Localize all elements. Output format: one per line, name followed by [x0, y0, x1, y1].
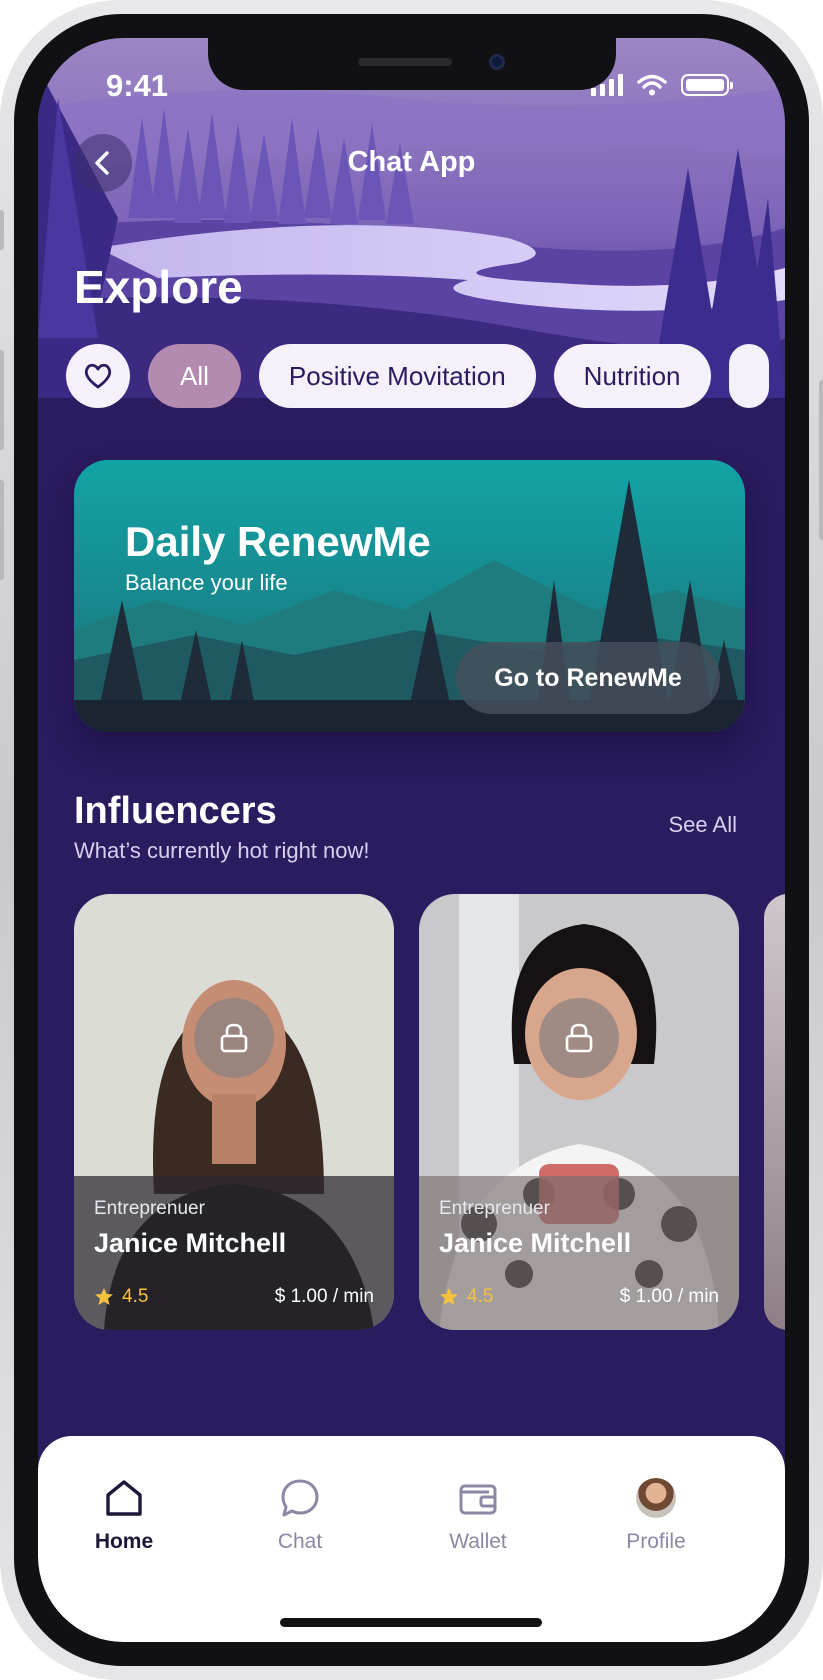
avatar [636, 1478, 676, 1518]
filter-chip-nutrition[interactable]: Nutrition [553, 344, 711, 408]
battery-icon [681, 74, 733, 96]
power-button [819, 380, 823, 540]
influencer-role: Entreprenuer [94, 1198, 205, 1219]
influencer-card-info: Entreprenuer Janice Mitchell 4.5 $ 1.00 … [74, 1176, 394, 1330]
volume-up-button [0, 350, 4, 450]
banner-subtitle: Balance your life [125, 570, 288, 595]
device-notch [208, 38, 616, 90]
lock-icon [220, 1023, 248, 1053]
nav-label-home: Home [94, 1530, 154, 1553]
nav-label-wallet: Wallet [449, 1530, 507, 1553]
nav-label-profile: Profile [626, 1530, 686, 1553]
daily-renewme-banner[interactable]: Daily RenewMe Balance your life Go to Re… [74, 460, 745, 732]
bottom-nav: Home Chat Wallet Profile [38, 1436, 785, 1642]
home-indicator[interactable] [280, 1618, 542, 1627]
star-icon [440, 1288, 458, 1305]
see-all-link[interactable]: See All [669, 812, 738, 838]
influencers-subtitle: What’s currently hot right now! [74, 838, 370, 863]
heart-icon [84, 363, 112, 389]
page-title: Chat App [347, 146, 476, 178]
influencer-card[interactable]: Entreprenuer Janice Mitchell 4.5 $ 1.00 … [419, 894, 739, 1330]
status-icons [591, 74, 733, 96]
nav-item-chat[interactable]: Chat [230, 1476, 370, 1554]
influencer-card-info: Entreprenuer Janice Mitchell 4.5 $ 1.00 … [419, 1176, 739, 1330]
influencer-carousel: Entreprenuer Janice Mitchell 4.5 $ 1.00 … [74, 894, 785, 1330]
nav-item-profile[interactable]: Profile [586, 1476, 726, 1554]
influencers-heading: Influencers [74, 790, 277, 832]
influencer-name: Janice Mitchell [439, 1228, 632, 1258]
price-per-minute: $ 1.00 / min [619, 1286, 719, 1307]
signal-icon [591, 74, 623, 96]
home-icon [106, 1480, 142, 1516]
rating: 4.5 [439, 1286, 493, 1308]
rating-value: 4.5 [467, 1286, 494, 1307]
rating: 4.5 [94, 1286, 148, 1308]
influencer-role: Entreprenuer [439, 1198, 550, 1219]
chat-bubble-icon [281, 1479, 319, 1517]
nav-item-home[interactable]: Home [54, 1476, 194, 1554]
price-per-minute: $ 1.00 / min [274, 1286, 374, 1307]
speaker-grille [358, 58, 452, 66]
influencer-name: Janice Mitchell [94, 1228, 287, 1258]
status-time: 9:41 [106, 68, 169, 103]
locked-badge [194, 998, 274, 1078]
locked-badge [539, 998, 619, 1078]
filter-chip-positive-motivation[interactable]: Positive Movitation [258, 344, 536, 408]
filter-chip-all[interactable]: All [148, 344, 241, 408]
banner-title: Daily RenewMe [125, 518, 431, 565]
rating-value: 4.5 [122, 1286, 149, 1307]
influencer-card[interactable]: Entreprenuer Janice Mitchell 4.5 $ 1.00 … [74, 894, 394, 1330]
wifi-icon [637, 74, 667, 96]
volume-down-button [0, 480, 4, 580]
nav-item-wallet[interactable]: Wallet [408, 1476, 548, 1554]
wallet-icon [459, 1484, 497, 1515]
influencer-card-peek[interactable] [764, 894, 785, 1330]
go-to-renewme-button[interactable]: Go to RenewMe [456, 642, 720, 714]
nav-label-chat: Chat [277, 1530, 323, 1553]
favorites-filter-button[interactable] [66, 344, 130, 408]
front-camera [489, 54, 505, 70]
explore-heading: Explore [74, 261, 243, 313]
filter-chip-more[interactable] [728, 344, 769, 408]
lock-icon [565, 1023, 593, 1053]
category-filters: All Positive Movitation Nutrition [66, 344, 769, 410]
screen: 9:41 Chat App Explore All Positive Movit… [38, 38, 785, 1642]
star-icon [95, 1288, 113, 1305]
silent-switch [0, 210, 4, 250]
